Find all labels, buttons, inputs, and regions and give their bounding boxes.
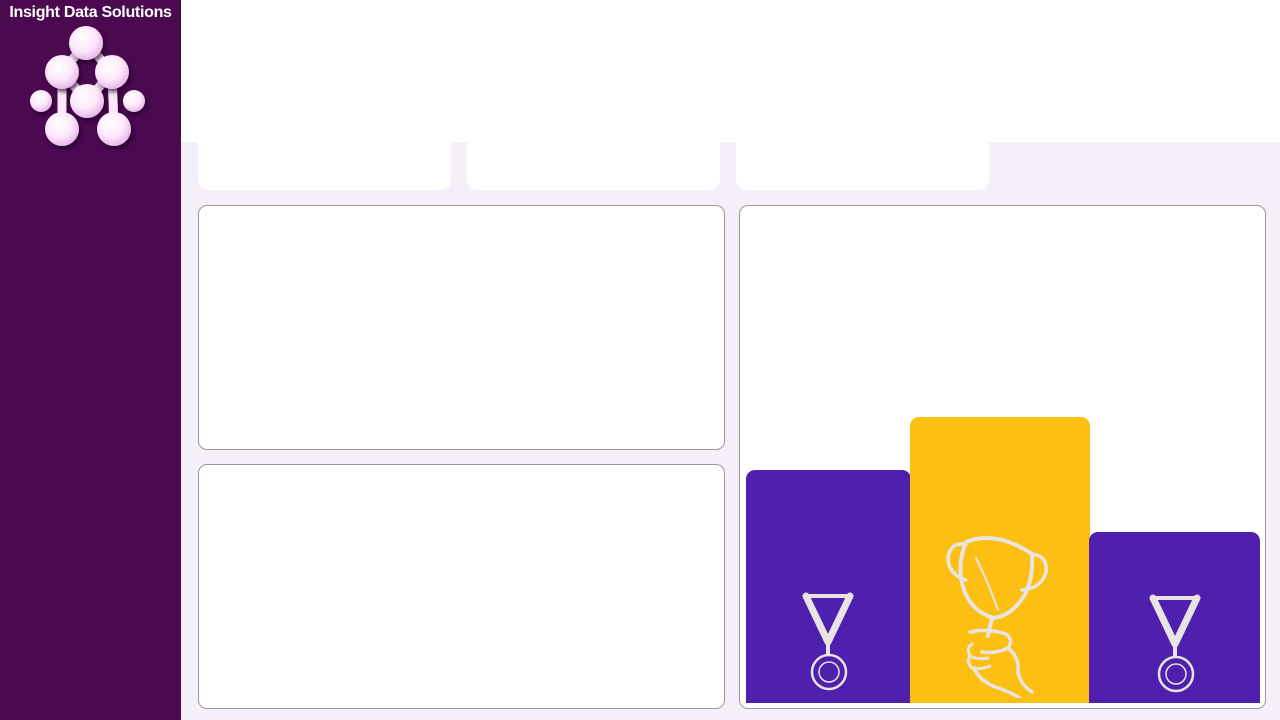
trophy-icon — [946, 536, 1048, 698]
header-bar — [181, 0, 1280, 142]
kpi-card — [736, 142, 989, 190]
visual-panel-bottom — [198, 464, 725, 709]
kpi-card — [198, 142, 451, 190]
podium-second-place — [746, 470, 911, 703]
podium-panel — [739, 205, 1266, 709]
medal-icon — [1149, 594, 1201, 693]
kpi-card — [467, 142, 720, 190]
podium-third-place — [1089, 532, 1260, 703]
visual-panel-top — [198, 205, 725, 450]
medal-icon — [802, 592, 854, 691]
podium-first-place — [910, 417, 1090, 703]
sidebar: Insight Data Solutions — [0, 0, 181, 720]
brand-name: Insight Data Solutions — [9, 4, 172, 21]
molecule-dots-logo-icon — [30, 26, 145, 146]
